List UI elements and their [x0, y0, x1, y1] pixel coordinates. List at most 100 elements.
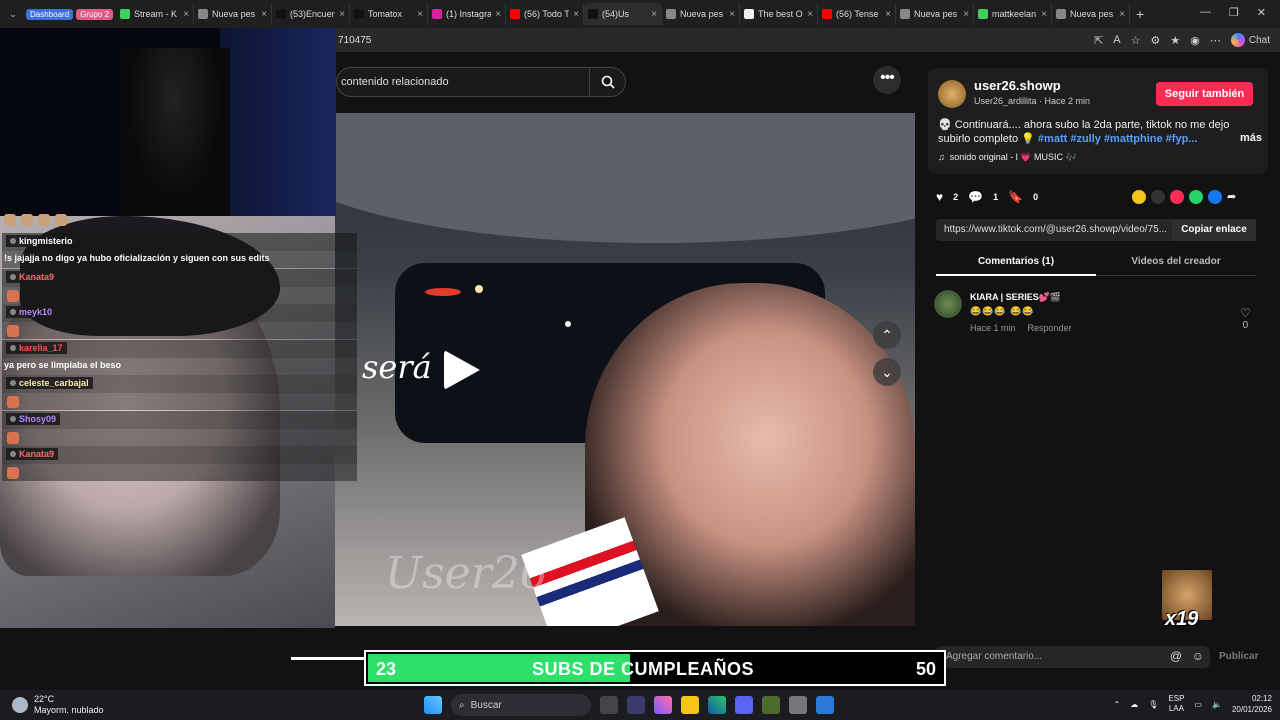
tab-comments[interactable]: Comentarios (1): [936, 256, 1096, 267]
copilot-app-icon[interactable]: [654, 696, 672, 714]
emoji-icon[interactable]: ☺: [1192, 649, 1204, 663]
edge-icon[interactable]: [708, 696, 726, 714]
publish-button[interactable]: Publicar: [1219, 651, 1258, 662]
copilot-chat-button[interactable]: Chat: [1230, 33, 1270, 47]
repost-icon[interactable]: [1170, 190, 1184, 204]
tab-item[interactable]: (54)Us ×: [584, 3, 663, 25]
language-indicator[interactable]: ESP LAA: [1168, 694, 1184, 714]
chat-username[interactable]: kingmisterio: [6, 235, 77, 247]
tab-group-2[interactable]: Grupo 2: [76, 8, 114, 20]
onedrive-icon[interactable]: ☁: [1130, 700, 1138, 709]
task-view-icon[interactable]: [600, 696, 618, 714]
more-options-button[interactable]: •••: [873, 66, 901, 94]
tab-close-icon[interactable]: ×: [1119, 9, 1125, 20]
tab-close-icon[interactable]: ×: [729, 9, 735, 20]
heart-icon[interactable]: ♡: [1240, 306, 1251, 320]
close-window-icon[interactable]: ✕: [1257, 6, 1266, 19]
tab-search-icon[interactable]: ⌄: [0, 9, 26, 20]
profile-icon[interactable]: ◉: [1190, 34, 1200, 47]
chat-username[interactable]: meyk10: [6, 306, 57, 318]
commenter-name[interactable]: KIARA | SERIES💕🎬: [970, 292, 1061, 303]
tab-item[interactable]: The best O ×: [740, 3, 819, 25]
tab-close-icon[interactable]: ×: [417, 9, 423, 20]
comment-icon[interactable]: 💬: [968, 190, 983, 204]
previous-video-button[interactable]: ⌃: [873, 321, 901, 349]
tab-close-icon[interactable]: ×: [495, 9, 501, 20]
tab-close-icon[interactable]: ×: [573, 9, 579, 20]
minimize-icon[interactable]: —: [1200, 6, 1211, 19]
search-icon[interactable]: [589, 68, 625, 96]
favorite-icon[interactable]: ☆: [1131, 34, 1141, 47]
play-icon[interactable]: [444, 350, 480, 390]
commenter-avatar[interactable]: [934, 290, 962, 318]
follow-button[interactable]: Seguir también: [1156, 82, 1253, 106]
volume-tray-icon[interactable]: 🔈: [1212, 700, 1222, 709]
chat-username[interactable]: Kanata9: [6, 270, 59, 283]
tab-close-icon[interactable]: ×: [339, 9, 345, 20]
embed-icon[interactable]: [1151, 190, 1165, 204]
url-text[interactable]: 710475: [338, 35, 371, 46]
store-icon[interactable]: [627, 696, 645, 714]
taskbar-search[interactable]: ⌕ Buscar: [451, 694, 591, 716]
discord-icon[interactable]: [735, 696, 753, 714]
network-icon[interactable]: ▭: [1194, 700, 1202, 709]
tab-item[interactable]: Nueva pes ×: [896, 3, 975, 25]
tab-item[interactable]: Tomatox ×: [350, 3, 429, 25]
coin-icon[interactable]: [1132, 190, 1146, 204]
tab-item[interactable]: (1) Instagra ×: [428, 3, 507, 25]
chat-username[interactable]: Kanata9: [6, 448, 59, 460]
start-icon[interactable]: [424, 696, 442, 714]
more-link[interactable]: más: [1240, 132, 1262, 144]
favorites-icon[interactable]: ★: [1170, 34, 1180, 47]
tab-close-icon[interactable]: ×: [807, 9, 813, 20]
share-link[interactable]: https://www.tiktok.com/@user26.showp/vid…: [944, 224, 1167, 235]
tab-item[interactable]: (56) Tense ×: [818, 3, 897, 25]
translate-icon[interactable]: A: [1113, 34, 1120, 46]
app2-icon[interactable]: [816, 696, 834, 714]
chat-username[interactable]: karelia_17: [6, 341, 67, 354]
tab-close-icon[interactable]: ×: [261, 9, 267, 20]
tab-item[interactable]: Nueva pes ×: [662, 3, 741, 25]
chevron-up-icon[interactable]: ⌃: [1114, 700, 1121, 709]
chat-username[interactable]: Shosy09: [6, 412, 61, 425]
bookmark-icon[interactable]: 🔖: [1008, 190, 1023, 204]
tab-item[interactable]: Nueva pes ×: [194, 3, 273, 25]
open-app-icon[interactable]: ⇱: [1094, 34, 1103, 47]
clock[interactable]: 02:12 20/01/2026: [1232, 693, 1272, 715]
maximize-icon[interactable]: ❐: [1229, 6, 1239, 19]
obs-icon[interactable]: [789, 696, 807, 714]
tab-close-icon[interactable]: ×: [1041, 9, 1047, 20]
tab-close-icon[interactable]: ×: [651, 9, 657, 20]
mic-icon[interactable]: 🎙: [1148, 700, 1158, 709]
extensions-icon[interactable]: ⚙: [1151, 34, 1161, 47]
share-icon[interactable]: ➦: [1227, 190, 1241, 204]
weather-widget[interactable]: 22°C Mayorm. nublado: [12, 694, 104, 716]
tab-creator-videos[interactable]: Videos del creador: [1096, 256, 1256, 267]
chat-username[interactable]: celeste_carbajal: [6, 377, 93, 389]
tab-item[interactable]: Stream - K ×: [116, 3, 195, 25]
tab-close-icon[interactable]: ×: [963, 9, 969, 20]
like-icon[interactable]: ♥: [936, 190, 943, 204]
new-tab-button[interactable]: +: [1130, 6, 1150, 22]
avatar[interactable]: [938, 80, 966, 108]
tab-close-icon[interactable]: ×: [183, 9, 189, 20]
mention-icon[interactable]: @: [1170, 649, 1182, 663]
app-icon[interactable]: [762, 696, 780, 714]
tab-item[interactable]: mattkeelan ×: [974, 3, 1053, 25]
search-input[interactable]: contenido relacionado: [336, 67, 626, 97]
copy-link-button[interactable]: Copiar enlace: [1172, 219, 1256, 241]
more-icon[interactable]: ⋯: [1210, 34, 1221, 47]
author-username[interactable]: user26.showp: [974, 78, 1061, 93]
hashtags[interactable]: #matt #zully #mattphine #fyp...: [1038, 133, 1198, 145]
facebook-icon[interactable]: [1208, 190, 1222, 204]
tab-close-icon[interactable]: ×: [885, 9, 891, 20]
whatsapp-icon[interactable]: [1189, 190, 1203, 204]
tab-item[interactable]: (53)Encuen ×: [272, 3, 351, 25]
tab-item[interactable]: Nueva pes ×: [1052, 3, 1131, 25]
tab-group-dashboard[interactable]: Dashboard: [26, 8, 74, 20]
music-label[interactable]: ♫ sonido original - l 💗 MUSIC 🎶: [938, 152, 1077, 163]
comment-like[interactable]: ♡ 0: [1240, 306, 1251, 331]
next-video-button[interactable]: ⌄: [873, 358, 901, 386]
tab-item[interactable]: (56) Todo T ×: [506, 3, 585, 25]
comment-input[interactable]: Agregar comentario... @ ☺: [936, 646, 1210, 668]
